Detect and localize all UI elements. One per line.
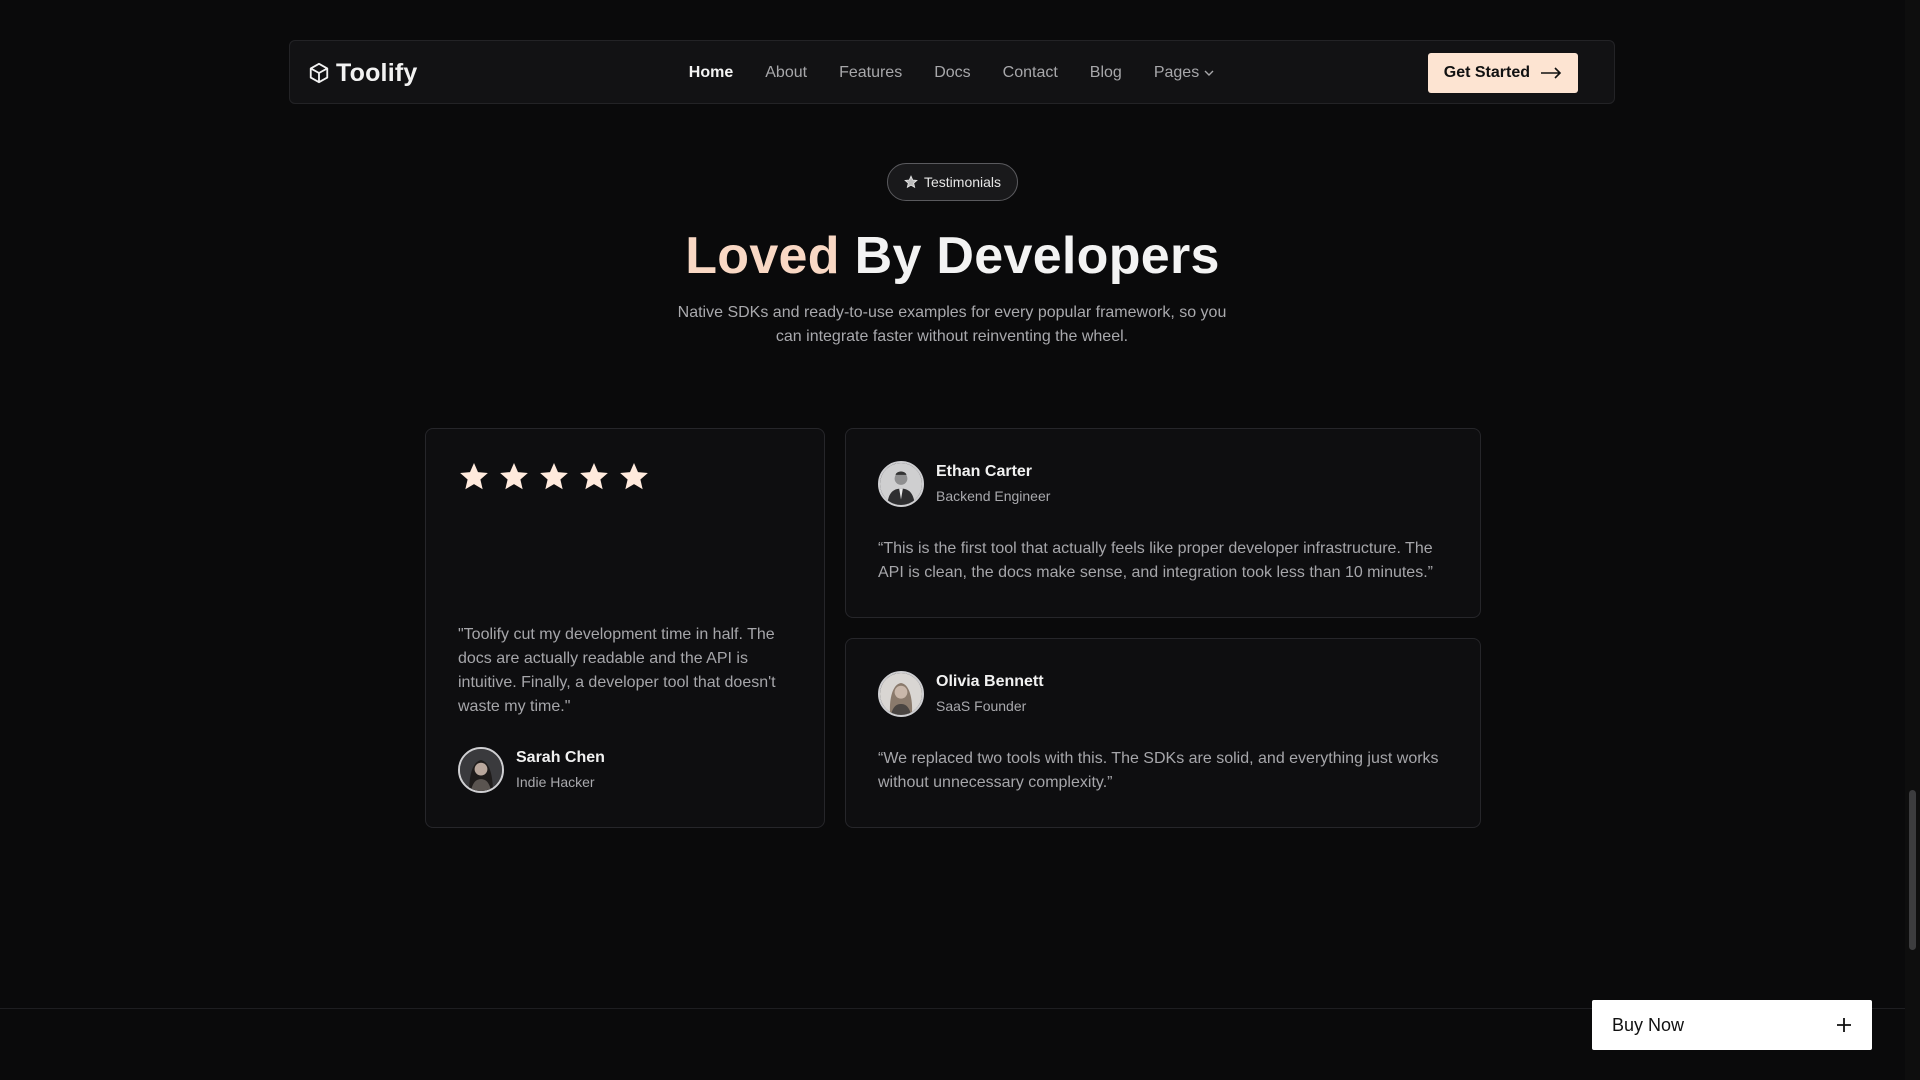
testimonial-author: Olivia Bennett SaaS Founder	[878, 671, 1044, 717]
nav-link-home[interactable]: Home	[689, 64, 733, 82]
testimonial-quote: “We replaced two tools with this. The SD…	[878, 750, 1439, 791]
cube-logo-icon	[309, 62, 329, 84]
testimonial-quote: "Toolify cut my development time in half…	[458, 626, 776, 715]
section-subtitle: Native SDKs and ready-to-use examples fo…	[677, 304, 1227, 345]
buy-now-button[interactable]: Buy Now	[1592, 1000, 1872, 1050]
brand-logo[interactable]: Toolify	[308, 41, 417, 105]
author-name: Sarah Chen	[516, 749, 605, 766]
get-started-label: Get Started	[1443, 64, 1530, 81]
star-icon	[580, 463, 608, 490]
page-scrollbar[interactable]	[1905, 0, 1920, 1080]
testimonial-card: Olivia Bennett SaaS Founder “We replaced…	[845, 638, 1481, 828]
star-icon	[620, 463, 648, 490]
testimonial-author: Ethan Carter Backend Engineer	[878, 461, 1050, 507]
author-name: Olivia Bennett	[936, 673, 1044, 690]
scrollbar-thumb[interactable]	[1909, 790, 1916, 950]
star-icon	[460, 463, 488, 490]
author-role: Indie Hacker	[516, 774, 595, 790]
title-rest: By Developers	[854, 227, 1220, 285]
avatar	[878, 461, 924, 507]
avatar	[878, 671, 924, 717]
section-title: Loved By Developers	[0, 226, 1905, 286]
nav-link-contact[interactable]: Contact	[1003, 64, 1058, 82]
get-started-button[interactable]: Get Started	[1427, 53, 1578, 93]
star-icon	[540, 463, 568, 490]
author-role: SaaS Founder	[936, 698, 1027, 714]
testimonial-quote: “This is the first tool that actually fe…	[878, 540, 1433, 581]
buy-now-label: Buy Now	[1612, 1014, 1685, 1035]
testimonial-card-featured: "Toolify cut my development time in half…	[425, 428, 825, 828]
brand-name: Toolify	[336, 58, 418, 87]
nav-pages-label: Pages	[1153, 64, 1200, 81]
nav-pages-dropdown[interactable]: Pages	[1154, 64, 1215, 82]
testimonial-author: Sarah Chen Indie Hacker	[458, 747, 605, 793]
page: Toolify Home About Features Docs Contact…	[0, 0, 1920, 1080]
testimonials-badge: Testimonials	[887, 163, 1019, 201]
star-rating	[458, 461, 650, 493]
arrow-right-icon	[1541, 67, 1562, 79]
avatar	[458, 747, 504, 793]
badge-label: Testimonials	[924, 174, 1002, 190]
plus-icon	[1837, 1018, 1851, 1032]
nav-link-features[interactable]: Features	[839, 64, 902, 82]
author-name: Ethan Carter	[936, 463, 1033, 480]
author-role: Backend Engineer	[936, 488, 1051, 504]
testimonial-card: Ethan Carter Backend Engineer “This is t…	[845, 428, 1481, 618]
nav-link-docs[interactable]: Docs	[934, 64, 970, 82]
navbar: Toolify Home About Features Docs Contact…	[289, 40, 1615, 104]
star-outline-icon	[904, 175, 918, 189]
chevron-down-icon	[1204, 70, 1214, 76]
nav-link-blog[interactable]: Blog	[1090, 64, 1122, 82]
nav-links: Home About Features Docs Contact Blog Pa…	[290, 41, 1614, 105]
star-icon	[500, 463, 528, 490]
title-accent: Loved	[685, 227, 840, 285]
nav-link-about[interactable]: About	[765, 64, 807, 82]
